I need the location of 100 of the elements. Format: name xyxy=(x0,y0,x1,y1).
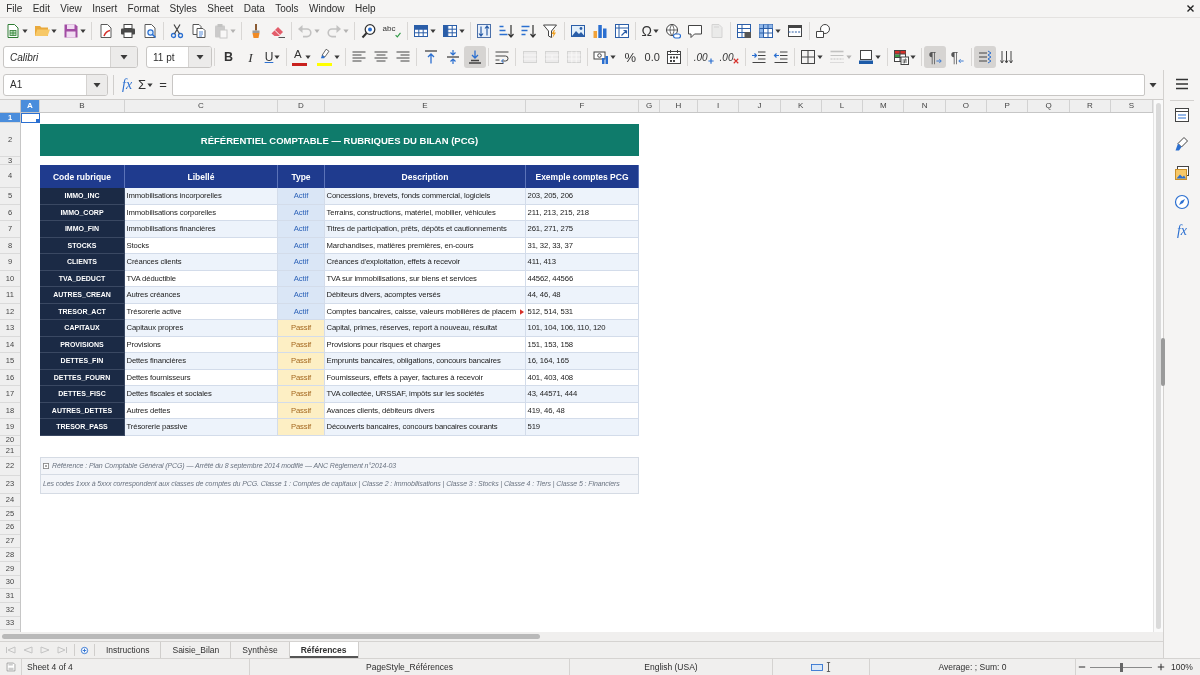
caret-icon[interactable] xyxy=(196,53,204,61)
plus-icon[interactable] xyxy=(80,645,89,655)
column-header[interactable]: M xyxy=(863,100,905,112)
caret-icon[interactable] xyxy=(304,54,311,60)
document-icon xyxy=(97,23,114,39)
function-wizard-button[interactable]: fx xyxy=(119,73,136,96)
formula-input[interactable] xyxy=(171,73,1145,96)
caret-icon[interactable] xyxy=(775,28,782,34)
minus-icon[interactable] xyxy=(1078,663,1086,671)
sum-button[interactable]: Σ xyxy=(135,73,157,96)
align-middle-icon xyxy=(444,49,461,65)
column-header[interactable]: Q xyxy=(1028,100,1070,112)
caret-icon[interactable] xyxy=(333,54,340,60)
delete-decimal-button[interactable]: .00 xyxy=(716,46,743,68)
rectangle-icon[interactable] xyxy=(811,663,823,671)
right-to-left-button[interactable]: ¶ xyxy=(946,46,969,68)
font-color-button[interactable]: A xyxy=(289,46,314,68)
column-header[interactable]: L xyxy=(821,100,864,112)
caret-icon[interactable] xyxy=(80,28,86,34)
column-header[interactable]: C xyxy=(125,100,278,112)
menu-item[interactable]: Help xyxy=(349,1,381,16)
caret-icon[interactable] xyxy=(817,54,824,60)
caret-icon[interactable] xyxy=(274,54,281,60)
column-header[interactable]: H xyxy=(660,100,698,112)
menu-item[interactable]: Styles xyxy=(164,1,203,16)
menu-item[interactable]: File xyxy=(1,1,28,16)
percent-button[interactable]: % xyxy=(619,46,642,68)
page-style[interactable]: PageStyle_Références xyxy=(366,662,453,672)
special-character-button[interactable]: Ω xyxy=(638,20,662,42)
formula-button[interactable]: = xyxy=(156,73,170,96)
caret-icon[interactable] xyxy=(875,54,882,60)
bold-button[interactable]: B xyxy=(217,46,240,68)
skip-start-icon[interactable] xyxy=(5,646,17,654)
menu-item[interactable]: Sheet xyxy=(202,1,239,16)
plus-icon[interactable] xyxy=(1157,663,1165,671)
menu-icon[interactable] xyxy=(1174,76,1190,92)
spelling-button[interactable]: abc xyxy=(379,20,405,42)
column-header[interactable]: I xyxy=(698,100,740,112)
brush-icon[interactable] xyxy=(1174,136,1190,152)
functions-button[interactable]: fx xyxy=(1174,223,1190,239)
font-size-field[interactable]: 11 pt xyxy=(146,46,212,68)
caret-icon[interactable] xyxy=(429,28,436,34)
compass-icon[interactable] xyxy=(1174,194,1190,210)
align-bottom-button[interactable] xyxy=(463,46,486,68)
column-header[interactable]: P xyxy=(987,100,1029,112)
column-header[interactable]: O xyxy=(945,100,988,112)
slider-thumb[interactable] xyxy=(1119,662,1123,672)
column-header[interactable]: B xyxy=(40,100,125,112)
column-header[interactable]: E xyxy=(325,100,526,112)
caret-icon[interactable] xyxy=(652,28,659,34)
selection-summary: Average: ; Sum: 0 xyxy=(938,662,1007,672)
underline-button[interactable]: U xyxy=(261,46,284,68)
vertical-text-icon xyxy=(999,49,1015,65)
column-header[interactable]: R xyxy=(1069,100,1111,112)
caret-icon[interactable] xyxy=(1149,80,1157,89)
close-icon[interactable] xyxy=(1186,4,1195,13)
caret-icon[interactable] xyxy=(610,54,617,60)
column-header[interactable]: K xyxy=(780,100,822,112)
caret-icon[interactable] xyxy=(910,54,916,60)
menu-item[interactable]: Format xyxy=(122,1,165,16)
caret-icon[interactable] xyxy=(51,28,57,34)
zoom-level[interactable]: 100% xyxy=(1171,662,1193,672)
document-magnifier-icon xyxy=(141,23,158,39)
wrap-text-icon xyxy=(494,49,511,65)
left-to-right-button[interactable]: ¶ xyxy=(924,46,947,68)
language[interactable]: English (USA) xyxy=(644,662,698,672)
add-decimal-button[interactable]: .00 xyxy=(690,46,717,68)
font-name-field[interactable]: Calibri xyxy=(3,46,138,68)
caret-icon[interactable] xyxy=(458,28,465,34)
conditional-format-icon xyxy=(893,49,909,65)
italic-button[interactable]: I xyxy=(239,46,262,68)
menu-item[interactable]: Data xyxy=(238,1,271,16)
caret-icon[interactable] xyxy=(147,81,154,88)
properties-icon[interactable] xyxy=(1174,107,1190,123)
sheet-tab[interactable]: Références xyxy=(289,642,359,658)
column-header[interactable]: D xyxy=(278,100,325,112)
name-box[interactable]: A1 xyxy=(3,73,108,96)
horizontal-scrollbar[interactable] xyxy=(0,632,1163,641)
text-direction-icon xyxy=(977,49,993,65)
column-header[interactable]: F xyxy=(526,100,639,112)
menu-item[interactable]: Edit xyxy=(27,1,56,16)
table-heading: Description xyxy=(325,165,526,188)
gallery-icon[interactable] xyxy=(1174,165,1190,181)
column-header[interactable]: J xyxy=(739,100,781,112)
caret-icon[interactable] xyxy=(120,53,128,61)
text-cursor-icon[interactable] xyxy=(826,662,831,672)
document-icon xyxy=(708,23,725,39)
column-header[interactable]: N xyxy=(904,100,946,112)
menu-item[interactable]: Tools xyxy=(270,1,304,16)
column-header[interactable]: G xyxy=(639,100,660,112)
sheet-title: RÉFÉRENTIEL COMPTABLE — RUBRIQUES DU BILAN (PCG) xyxy=(40,124,639,156)
globe-link-icon xyxy=(664,23,681,39)
table-heading: Libellé xyxy=(125,165,278,188)
menu-item[interactable]: Insert xyxy=(87,1,123,16)
caret-icon[interactable] xyxy=(22,28,28,34)
sidebar-handle[interactable] xyxy=(1161,338,1165,386)
menu-item[interactable]: Window xyxy=(303,1,350,16)
number-format-button[interactable]: 0.0 xyxy=(641,46,664,68)
caret-icon[interactable] xyxy=(93,80,101,89)
menu-item[interactable]: View xyxy=(55,1,87,16)
